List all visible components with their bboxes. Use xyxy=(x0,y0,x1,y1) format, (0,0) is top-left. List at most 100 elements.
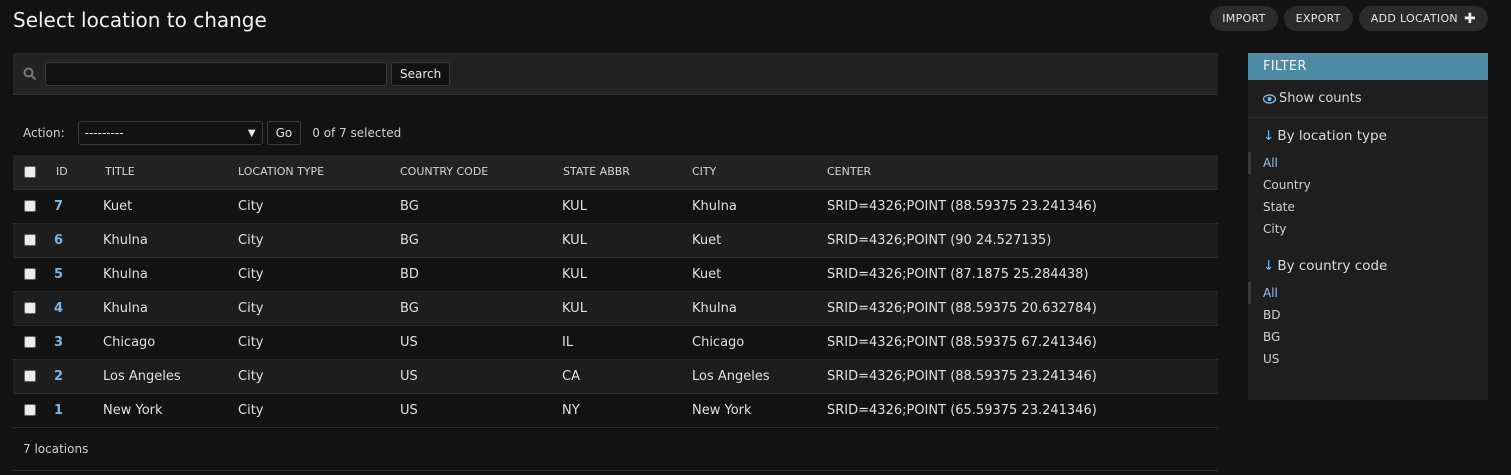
row-id-link[interactable]: 3 xyxy=(54,335,63,350)
row-country-code: BG xyxy=(400,189,562,224)
page-title: Select location to change xyxy=(13,8,267,32)
search-bar: Search xyxy=(13,53,1218,95)
select-all-checkbox-cell xyxy=(13,155,45,190)
add-location-button[interactable]: ADD LOCATION ✚ xyxy=(1358,6,1488,31)
filter-section-label: By country code xyxy=(1277,258,1388,274)
filter-option[interactable]: Country xyxy=(1248,174,1488,196)
eye-icon xyxy=(1263,93,1276,104)
table-row: 2 Los Angeles City US CA Los Angeles SRI… xyxy=(13,359,1218,394)
row-center: SRID=4326;POINT (65.59375 23.241346) xyxy=(827,393,1218,428)
row-checkbox[interactable] xyxy=(24,404,36,416)
row-location-type: City xyxy=(238,189,400,224)
import-button[interactable]: IMPORT xyxy=(1210,6,1278,31)
column-header-location-type[interactable]: LOCATION TYPE xyxy=(238,155,400,190)
filter-section-title-location-type: ↓ By location type xyxy=(1248,128,1488,144)
row-title: Kuet xyxy=(103,189,238,224)
row-city: Chicago xyxy=(692,325,827,360)
row-city: Los Angeles xyxy=(692,359,827,394)
row-id-link[interactable]: 4 xyxy=(54,301,63,316)
row-title: Khulna xyxy=(103,291,238,326)
row-state-abbr: KUL xyxy=(562,223,692,258)
row-state-abbr: IL xyxy=(562,325,692,360)
filter-section-label: By location type xyxy=(1277,128,1387,144)
row-checkbox[interactable] xyxy=(24,370,36,382)
column-header-id[interactable]: ID xyxy=(45,155,103,190)
row-id-link[interactable]: 1 xyxy=(54,403,63,418)
go-button[interactable]: Go xyxy=(266,121,302,145)
row-location-type: City xyxy=(238,223,400,258)
row-city: Kuet xyxy=(692,223,827,258)
row-title: New York xyxy=(103,393,238,428)
row-city: New York xyxy=(692,393,827,428)
export-button[interactable]: EXPORT xyxy=(1283,6,1353,31)
row-center: SRID=4326;POINT (88.59375 20.632784) xyxy=(827,291,1218,326)
row-center: SRID=4326;POINT (87.1875 25.284438) xyxy=(827,257,1218,292)
filter-header: FILTER xyxy=(1248,53,1488,80)
plus-icon: ✚ xyxy=(1463,10,1476,27)
import-label: IMPORT xyxy=(1222,12,1266,25)
row-state-abbr: KUL xyxy=(562,189,692,224)
table-row: 3 Chicago City US IL Chicago SRID=4326;P… xyxy=(13,325,1218,360)
row-location-type: City xyxy=(238,325,400,360)
row-location-type: City xyxy=(238,291,400,326)
row-id-link[interactable]: 5 xyxy=(54,267,63,282)
row-title: Chicago xyxy=(103,325,238,360)
row-id-link[interactable]: 2 xyxy=(54,369,63,384)
row-id-link[interactable]: 7 xyxy=(54,199,63,214)
row-country-code: US xyxy=(400,325,562,360)
chevron-down-icon: ▼ xyxy=(247,127,256,139)
filter-option[interactable]: All xyxy=(1248,152,1488,174)
filter-section-title-country-code: ↓ By country code xyxy=(1248,258,1488,274)
column-header-center[interactable]: CENTER xyxy=(827,155,1218,190)
filter-list-country-code: All BD BG US xyxy=(1248,282,1488,370)
row-checkbox[interactable] xyxy=(24,302,36,314)
row-country-code: US xyxy=(400,359,562,394)
table-header-row: ID TITLE LOCATION TYPE COUNTRY CODE STAT… xyxy=(13,155,1218,190)
filter-option[interactable]: BG xyxy=(1248,326,1488,348)
action-selected-option: --------- xyxy=(84,126,124,140)
row-checkbox[interactable] xyxy=(24,336,36,348)
filter-option[interactable]: City xyxy=(1248,218,1488,240)
filter-option[interactable]: BD xyxy=(1248,304,1488,326)
column-header-country-code[interactable]: COUNTRY CODE xyxy=(400,155,562,190)
table-row: 6 Khulna City BG KUL Kuet SRID=4326;POIN… xyxy=(13,223,1218,258)
row-country-code: BG xyxy=(400,223,562,258)
export-label: EXPORT xyxy=(1295,12,1341,25)
row-id-link[interactable]: 6 xyxy=(54,233,63,248)
select-all-checkbox[interactable] xyxy=(24,166,36,179)
column-header-state-abbr[interactable]: STATE ABBR xyxy=(562,155,692,190)
row-city: Kuet xyxy=(692,257,827,292)
actions-bar: Action: --------- ▼ Go 0 of 7 selected xyxy=(23,120,401,146)
row-state-abbr: NY xyxy=(562,393,692,428)
action-select[interactable]: --------- ▼ xyxy=(77,121,263,145)
search-icon xyxy=(23,66,39,82)
filter-list-location-type: All Country State City xyxy=(1248,152,1488,240)
filter-option[interactable]: State xyxy=(1248,196,1488,218)
show-counts-link[interactable]: Show counts xyxy=(1248,80,1488,118)
row-checkbox[interactable] xyxy=(24,234,36,246)
row-country-code: BD xyxy=(400,257,562,292)
row-center: SRID=4326;POINT (88.59375 67.241346) xyxy=(827,325,1218,360)
search-input[interactable] xyxy=(45,61,387,86)
row-title: Khulna xyxy=(103,223,238,258)
search-button[interactable]: Search xyxy=(391,61,451,86)
column-header-title[interactable]: TITLE xyxy=(103,155,238,190)
row-location-type: City xyxy=(238,257,400,292)
row-center: SRID=4326;POINT (90 24.527135) xyxy=(827,223,1218,258)
selected-count: 0 of 7 selected xyxy=(312,126,402,140)
row-checkbox[interactable] xyxy=(24,200,36,212)
filter-option[interactable]: US xyxy=(1248,348,1488,370)
filter-option[interactable]: All xyxy=(1248,282,1488,304)
row-state-abbr: CA xyxy=(562,359,692,394)
table-row: 1 New York City US NY New York SRID=4326… xyxy=(13,393,1218,428)
row-state-abbr: KUL xyxy=(562,257,692,292)
row-country-code: BG xyxy=(400,291,562,326)
arrow-down-icon: ↓ xyxy=(1263,128,1275,144)
action-label: Action: xyxy=(23,126,65,140)
table-row: 5 Khulna City BD KUL Kuet SRID=4326;POIN… xyxy=(13,257,1218,292)
add-location-label: ADD LOCATION xyxy=(1370,12,1458,25)
column-header-city[interactable]: CITY xyxy=(692,155,827,190)
row-checkbox[interactable] xyxy=(24,268,36,280)
row-title: Los Angeles xyxy=(103,359,238,394)
show-counts-label: Show counts xyxy=(1279,91,1362,106)
